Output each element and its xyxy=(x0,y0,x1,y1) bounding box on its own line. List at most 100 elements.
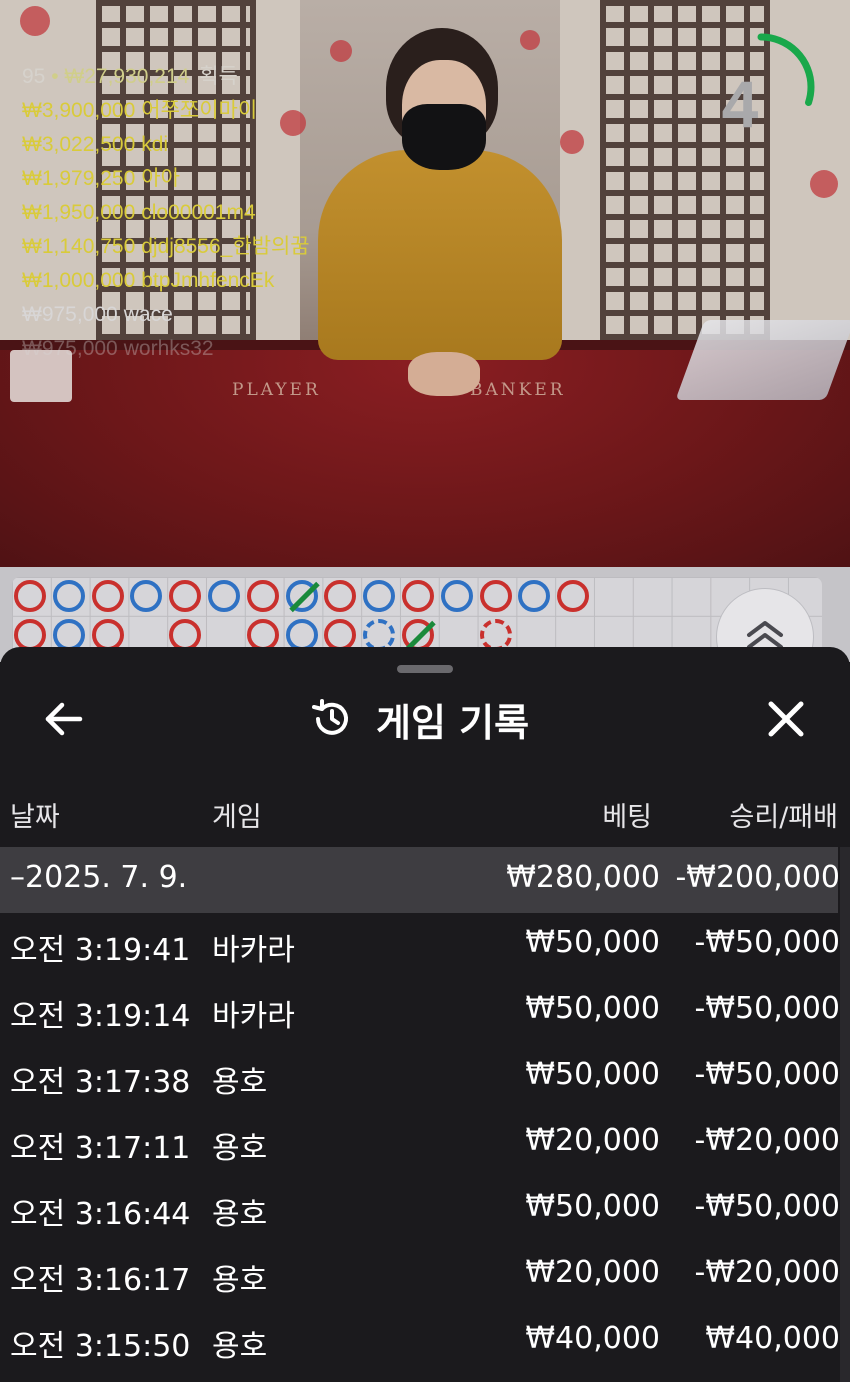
winner-amount: ₩1,979,250 xyxy=(22,167,136,190)
history-row[interactable]: 오전 3:19:14 바카라 ₩50,000 -₩50,000 xyxy=(0,979,840,1045)
history-row[interactable]: 오전 3:15:50 용호 ₩40,000 ₩40,000 xyxy=(0,1309,840,1375)
history-row[interactable]: 오전 3:17:11 용호 ₩20,000 -₩20,000 xyxy=(0,1111,840,1177)
history-result: ₩40,000 xyxy=(705,1321,840,1356)
sheet-grabber[interactable] xyxy=(397,665,453,673)
history-row[interactable]: 오전 3:17:38 용호 ₩50,000 -₩50,000 xyxy=(0,1045,840,1111)
column-header-bet: 베팅 xyxy=(602,802,652,833)
banker-bead xyxy=(557,580,590,612)
history-game: 용호 xyxy=(212,1065,268,1100)
history-game: 용호 xyxy=(212,1329,268,1364)
close-icon xyxy=(768,701,804,737)
live-video-stream: PLAYER BANKER 4 95 • ₩27,930,214 획득 ₩3,9… xyxy=(0,0,850,570)
winner-amount: ₩1,000,000 xyxy=(22,269,136,292)
winner-row: ₩975,000 worhks32 xyxy=(22,332,310,366)
winner-row: ₩3,022,500 kdi xyxy=(22,128,310,162)
blossom-decoration xyxy=(810,170,838,198)
player-bead xyxy=(130,580,163,612)
scrollbar[interactable] xyxy=(840,847,850,1382)
winner-amount: ₩975,000 xyxy=(22,337,118,360)
history-result: -₩20,000 xyxy=(694,1255,840,1290)
history-time: 오전 3:16:44 xyxy=(10,1197,191,1232)
winner-row: ₩1,950,000 clo00001m4 xyxy=(22,196,310,230)
history-time: 오전 3:19:14 xyxy=(10,999,191,1034)
winner-name: wace xyxy=(123,303,173,326)
player-bead xyxy=(363,580,396,612)
winner-amount: ₩1,140,750 xyxy=(22,235,136,258)
history-result: -₩50,000 xyxy=(694,1057,840,1092)
sheet-title-text: 게임 기록 xyxy=(376,700,530,745)
player-bead xyxy=(52,580,85,612)
history-result: -₩50,000 xyxy=(694,991,840,1026)
date-group-label: –2025. 7. 9. xyxy=(10,860,188,895)
winner-name: 아아 xyxy=(141,167,180,190)
winners-suffix: 획득 xyxy=(199,65,238,88)
person-icon: • xyxy=(51,65,59,88)
sheet-title: 게임 기록 xyxy=(310,691,529,747)
history-game: 바카라 xyxy=(212,999,295,1034)
history-row[interactable]: 오전 3:16:17 용호 ₩20,000 -₩20,000 xyxy=(0,1243,840,1309)
felt-label-banker: BANKER xyxy=(470,380,566,400)
player-bead xyxy=(518,580,551,612)
winner-row: ₩1,979,250 아아 xyxy=(22,162,310,196)
felt-label-player: PLAYER xyxy=(232,380,321,400)
player-bead xyxy=(363,618,396,651)
player-bead xyxy=(285,580,320,613)
countdown-timer-number: 4 xyxy=(721,67,759,141)
winner-amount: ₩1,950,000 xyxy=(22,201,136,224)
banker-bead xyxy=(479,580,512,612)
winner-name: clo00001m4 xyxy=(141,201,256,224)
history-time: 오전 3:15:50 xyxy=(10,1329,191,1364)
banker-bead xyxy=(402,618,436,651)
dealer-mask xyxy=(402,104,486,170)
winners-summary: 95 • ₩27,930,214 획득 xyxy=(22,60,310,94)
column-header-result: 승리/패배 xyxy=(729,802,838,833)
blossom-decoration xyxy=(20,6,50,36)
winner-name: 어쭈쪼이마이 xyxy=(141,99,258,122)
history-row[interactable]: 오전 3:19:41 바카라 ₩50,000 -₩50,000 xyxy=(0,913,840,979)
close-button[interactable] xyxy=(762,695,810,743)
player-bead xyxy=(52,618,85,651)
banker-bead xyxy=(324,618,357,651)
history-game: 용호 xyxy=(212,1197,268,1232)
history-bet: ₩20,000 xyxy=(525,1255,660,1290)
winner-name: djdj8556_한밤의꿈 xyxy=(141,235,310,258)
chevron-double-up-icon xyxy=(747,621,783,649)
banker-bead xyxy=(14,580,46,612)
banker-bead xyxy=(14,618,46,651)
banker-bead xyxy=(169,580,202,612)
column-header-date: 날짜 xyxy=(10,802,60,833)
history-time: 오전 3:17:11 xyxy=(10,1131,191,1166)
dealer-body xyxy=(318,150,562,360)
date-group-bet: ₩280,000 xyxy=(506,860,660,895)
player-bead xyxy=(208,580,240,612)
player-bead xyxy=(285,618,318,651)
winner-amount: ₩3,022,500 xyxy=(22,133,136,156)
history-time: 오전 3:17:38 xyxy=(10,1065,191,1100)
banker-bead xyxy=(402,580,434,612)
history-time: 오전 3:16:17 xyxy=(10,1263,191,1298)
date-group-result: -₩200,000 xyxy=(675,860,840,895)
history-bet: ₩50,000 xyxy=(525,991,660,1026)
history-time: 오전 3:19:41 xyxy=(10,933,191,968)
bead-road-grid xyxy=(12,577,822,657)
history-result: -₩20,000 xyxy=(694,1123,840,1158)
column-header-game: 게임 xyxy=(212,802,262,833)
winner-amount: ₩3,900,000 xyxy=(22,99,136,122)
history-row[interactable]: 오전 3:16:44 용호 ₩50,000 -₩50,000 xyxy=(0,1177,840,1243)
history-game: 용호 xyxy=(212,1263,268,1298)
winner-name: btpJmhfencEk xyxy=(141,269,275,292)
date-group-row[interactable]: –2025. 7. 9. ₩280,000 -₩200,000 xyxy=(0,847,840,913)
card-shoe xyxy=(675,320,850,400)
blossom-decoration xyxy=(330,40,352,62)
winner-row: ₩3,900,000 어쭈쪼이마이 xyxy=(22,94,310,128)
back-button[interactable] xyxy=(40,695,88,743)
tie-marker xyxy=(288,581,320,613)
banker-bead xyxy=(169,618,202,651)
banker-bead xyxy=(91,618,124,651)
history-bet: ₩50,000 xyxy=(525,925,660,960)
game-history-sheet: 게임 기록 날짜 게임 베팅 승리/패배 –2025. 7. 9. ₩280,0… xyxy=(0,647,850,1382)
arrow-left-icon xyxy=(45,702,83,736)
history-bet: ₩50,000 xyxy=(525,1189,660,1224)
winners-list: 95 • ₩27,930,214 획득 ₩3,900,000 어쭈쪼이마이 ₩3,… xyxy=(22,60,310,366)
banker-bead xyxy=(246,618,279,651)
